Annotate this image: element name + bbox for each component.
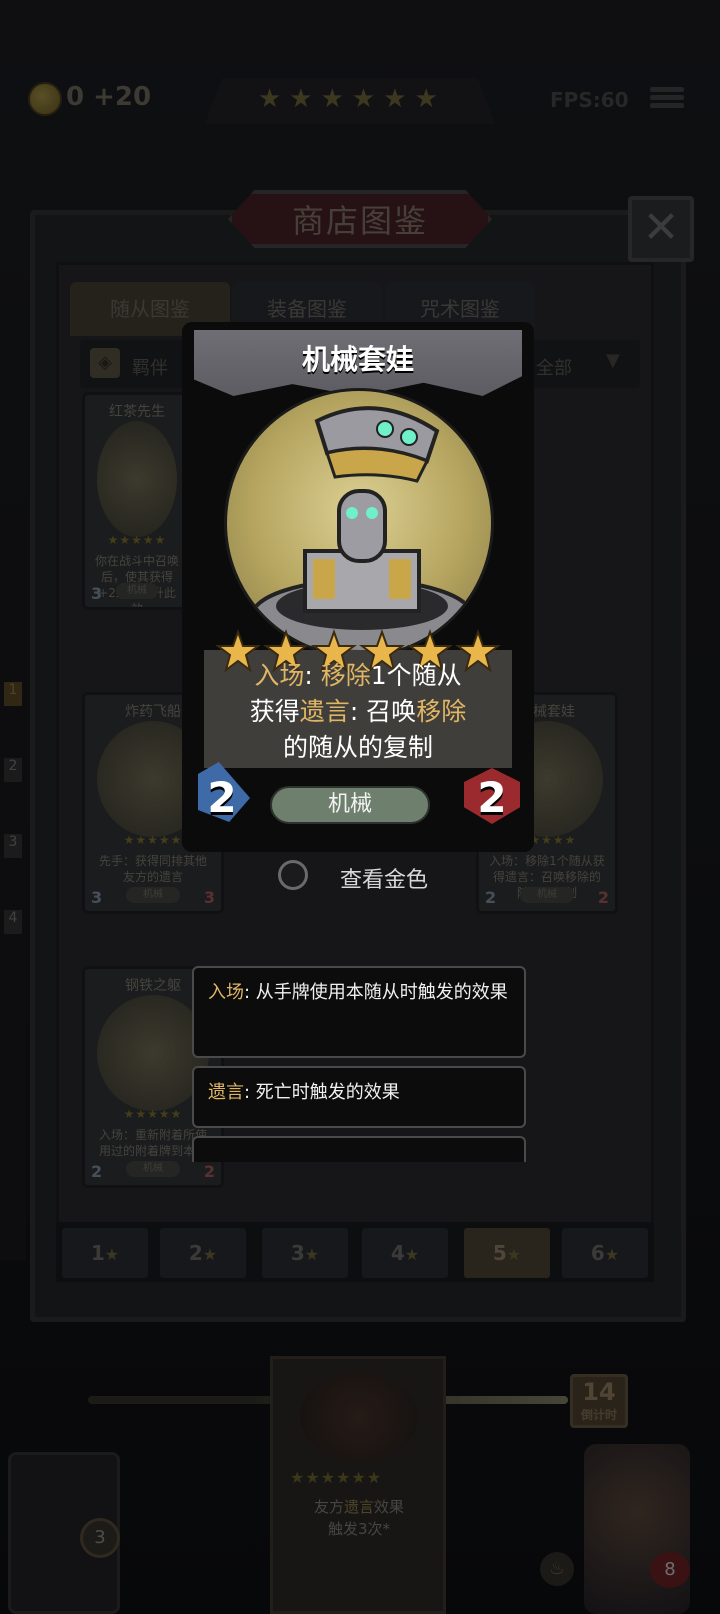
robot-illustration: [250, 406, 474, 654]
card-health: 2: [477, 773, 507, 822]
keyword-tooltip-battlecry: 入场: 从手牌使用本随从时触发的效果: [192, 966, 526, 1058]
card-tribe-tag: 机械: [270, 786, 430, 824]
keyword-tooltip-deathrattle: 遗言: 死亡时触发的效果: [192, 1066, 526, 1128]
keyword-tooltip-partial: [192, 1136, 526, 1162]
game-screen: 0 +20 ★★★★★★ FPS:60 1 2 3 4 商店图鉴 ✕ 随从图鉴 …: [0, 0, 720, 1614]
view-gold-toggle[interactable]: [278, 860, 308, 890]
view-gold-label[interactable]: 查看金色: [340, 862, 428, 894]
card-attack: 2: [207, 773, 237, 822]
card-effect-text: 入场: 移除1个随从 获得遗言: 召唤移除 的随从的复制: [249, 661, 467, 762]
nesting-robot-art: [224, 388, 494, 658]
card-name: 机械套娃: [301, 343, 414, 376]
